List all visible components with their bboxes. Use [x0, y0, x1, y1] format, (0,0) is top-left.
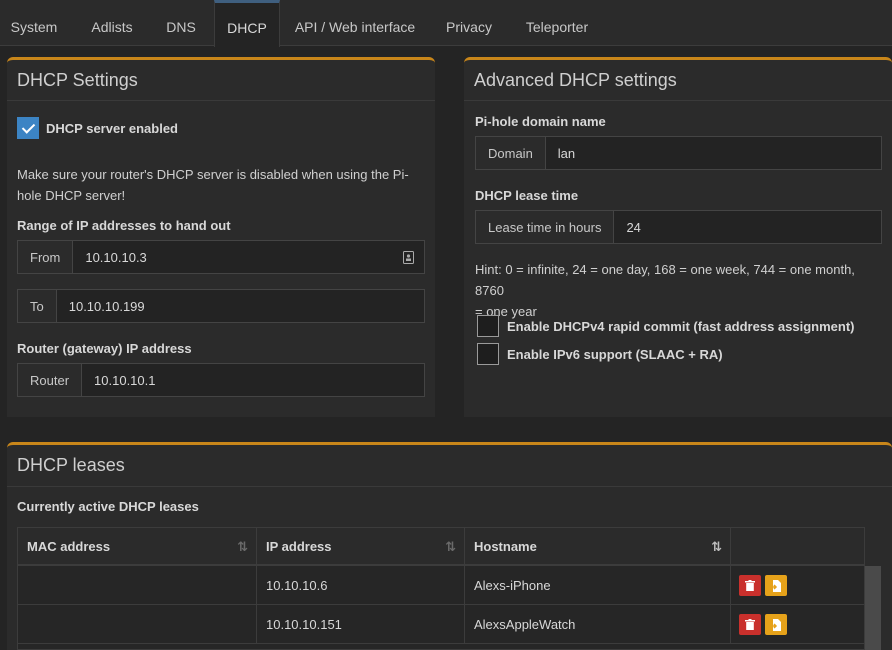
sort-asc-icon: ⇅	[711, 539, 722, 554]
column-header-hostname[interactable]: Hostname ⇅	[464, 527, 731, 565]
cell-ip: 10.10.10.151	[256, 604, 465, 644]
make-static-lease-button[interactable]	[765, 614, 787, 635]
dhcp-enabled-checkbox[interactable]	[17, 117, 39, 139]
column-header-ip[interactable]: IP address ⇅	[256, 527, 465, 565]
from-value: 10.10.10.3	[85, 249, 147, 265]
active-leases-label: Currently active DHCP leases	[17, 499, 199, 514]
rapid-commit-checkbox[interactable]	[477, 315, 499, 337]
domain-input[interactable]: lan	[546, 137, 881, 169]
range-label: Range of IP addresses to hand out	[17, 218, 231, 233]
cell-ip: 10.10.10.6	[256, 565, 465, 605]
table-scrollbar[interactable]	[865, 566, 881, 650]
tab-system[interactable]: System	[0, 0, 68, 46]
tab-adlists[interactable]: Adlists	[78, 0, 146, 46]
from-input[interactable]: 10.10.10.3	[73, 241, 424, 273]
ipv6-label: Enable IPv6 support (SLAAC + RA)	[507, 347, 723, 362]
rapid-commit-label: Enable DHCPv4 rapid commit (fast address…	[507, 319, 855, 334]
cell-hostname: Alexs-iPhone	[464, 565, 731, 605]
tab-api-web-interface[interactable]: API / Web interface	[288, 0, 422, 46]
tab-dns[interactable]: DNS	[153, 0, 209, 46]
lease-section-label: DHCP lease time	[475, 188, 579, 203]
sort-icon: ⇅	[237, 539, 248, 554]
domain-addon: Domain	[476, 137, 546, 169]
note-line-2: hole DHCP server!	[17, 188, 126, 203]
note-line-1: Make sure your router's DHCP server is d…	[17, 167, 409, 182]
router-warning-note: Make sure your router's DHCP server is d…	[17, 164, 427, 206]
delete-lease-button[interactable]	[739, 575, 761, 596]
divider	[7, 100, 435, 101]
router-input-group: Router 10.10.10.1	[17, 363, 425, 397]
domain-input-group: Domain lan	[475, 136, 882, 170]
to-input[interactable]: 10.10.10.199	[57, 290, 424, 322]
advanced-dhcp-title: Advanced DHCP settings	[474, 70, 677, 90]
contact-card-icon	[403, 251, 414, 264]
dhcp-enabled-label: DHCP server enabled	[46, 121, 178, 136]
file-import-icon	[770, 618, 781, 631]
table-row-partial	[17, 643, 865, 650]
domain-section-label: Pi-hole domain name	[475, 114, 606, 129]
divider	[464, 100, 892, 101]
dhcp-leases-title: DHCP leases	[17, 455, 125, 475]
file-import-icon	[770, 579, 781, 592]
settings-tabbar: System Adlists DNS DHCP API / Web interf…	[0, 0, 892, 47]
lease-input-group: Lease time in hours 24	[475, 210, 882, 244]
dhcp-settings-title: DHCP Settings	[17, 70, 138, 90]
cell-mac	[17, 565, 257, 605]
hint-line-1: Hint: 0 = infinite, 24 = one day, 168 = …	[475, 262, 855, 298]
from-addon: From	[18, 241, 74, 273]
delete-lease-button[interactable]	[739, 614, 761, 635]
router-section-label: Router (gateway) IP address	[17, 341, 192, 356]
divider	[7, 486, 892, 487]
column-header-label: IP address	[266, 538, 332, 554]
lease-hint: Hint: 0 = infinite, 24 = one day, 168 = …	[475, 259, 887, 322]
trash-icon	[745, 580, 755, 591]
lease-input[interactable]: 24	[614, 211, 881, 243]
router-input[interactable]: 10.10.10.1	[82, 364, 424, 396]
column-header-label: Hostname	[474, 538, 537, 554]
lease-addon: Lease time in hours	[476, 211, 615, 243]
router-addon: Router	[18, 364, 83, 396]
ipv6-checkbox[interactable]	[477, 343, 499, 365]
column-header-mac[interactable]: MAC address ⇅	[17, 527, 257, 565]
make-static-lease-button[interactable]	[765, 575, 787, 596]
tab-teleporter[interactable]: Teleporter	[516, 0, 598, 46]
sort-icon: ⇅	[445, 539, 456, 554]
column-header-actions	[730, 527, 865, 565]
from-input-group: From 10.10.10.3	[17, 240, 425, 274]
cell-mac	[17, 604, 257, 644]
tab-privacy[interactable]: Privacy	[436, 0, 502, 46]
to-input-group: To 10.10.10.199	[17, 289, 425, 323]
tab-dhcp[interactable]: DHCP	[214, 0, 280, 47]
trash-icon	[745, 619, 755, 630]
cell-hostname: AlexsAppleWatch	[464, 604, 731, 644]
to-addon: To	[18, 290, 57, 322]
column-header-label: MAC address	[27, 538, 111, 554]
